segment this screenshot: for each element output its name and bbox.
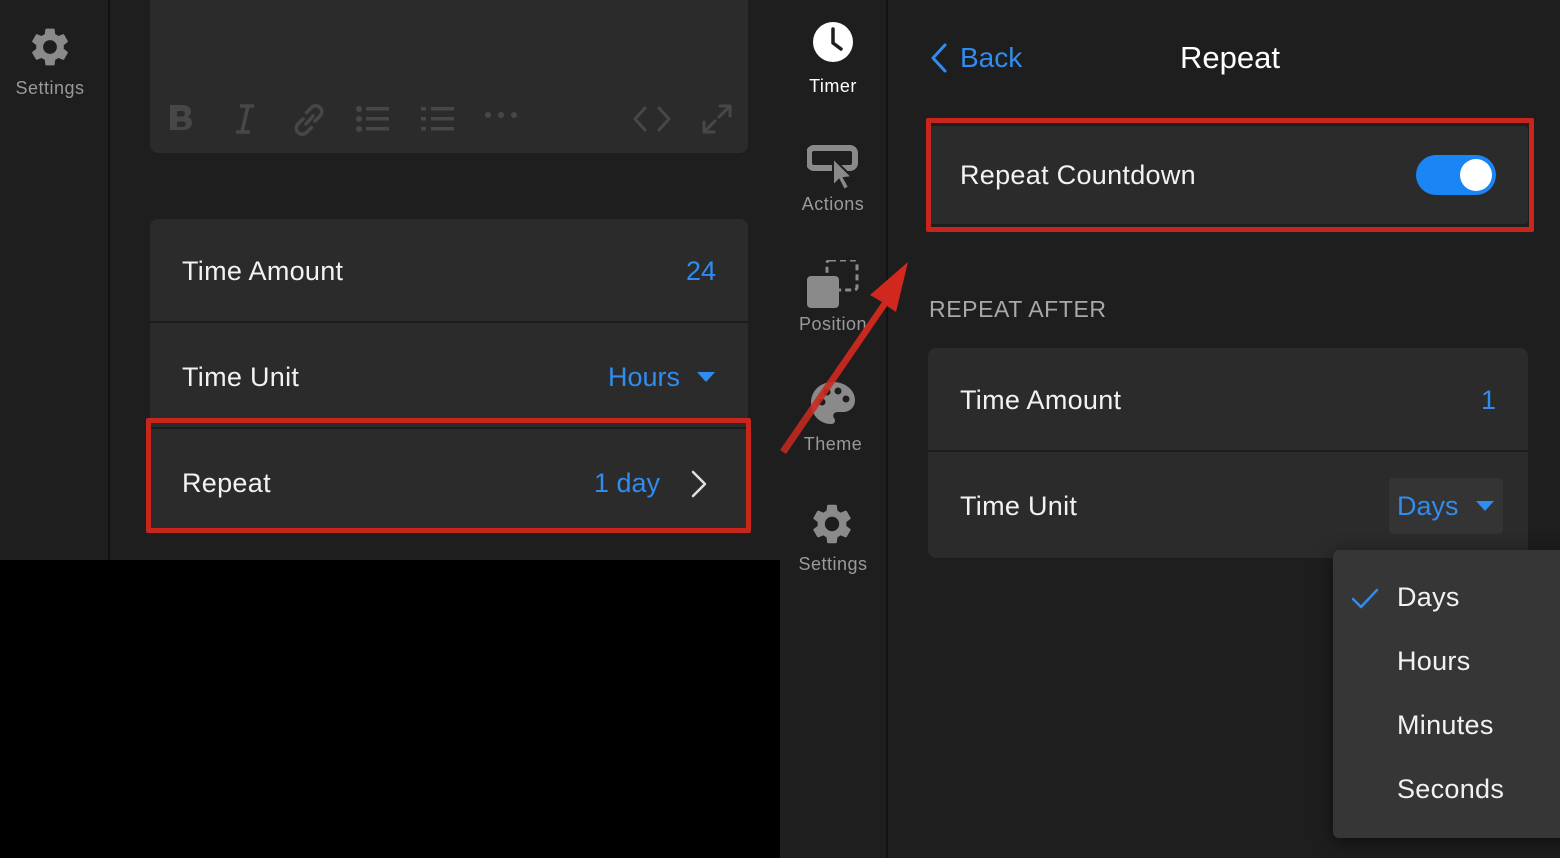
rich-text-editor[interactable] — [150, 0, 748, 153]
menu-option-seconds[interactable]: Seconds — [1397, 774, 1504, 805]
time-amount-value[interactable]: 24 — [686, 219, 716, 323]
menu-option-days[interactable]: Days — [1397, 582, 1460, 613]
back-button[interactable]: Back — [926, 36, 1036, 80]
time-unit-select[interactable]: Days — [1389, 478, 1503, 534]
tab-label: Settings — [798, 554, 868, 574]
gear-icon — [32, 28, 68, 66]
annotation-arrow — [780, 262, 908, 454]
time-amount-value[interactable]: 1 — [1481, 348, 1496, 452]
row-divider — [150, 321, 748, 323]
time-amount-row[interactable]: Time Amount 24 — [150, 219, 748, 323]
bold-icon[interactable] — [166, 102, 198, 136]
time-unit-value: Days — [1397, 491, 1459, 521]
left-sidebar: Settings — [0, 0, 110, 560]
tab-timer[interactable]: Timer — [780, 0, 886, 110]
gear-icon — [813, 504, 851, 544]
more-icon[interactable] — [484, 110, 518, 120]
settings-nav-label: Settings — [15, 78, 85, 98]
cursor-click-icon — [807, 145, 858, 190]
repeat-row-highlight — [146, 418, 751, 533]
link-icon[interactable] — [290, 102, 328, 138]
page-title: Repeat — [1180, 40, 1280, 75]
tab-label: Actions — [801, 194, 865, 214]
tab-label: Timer — [809, 76, 857, 96]
menu-option-minutes[interactable]: Minutes — [1397, 710, 1494, 741]
time-unit-label: Time Unit — [960, 491, 1078, 521]
time-amount-label: Time Amount — [182, 256, 344, 286]
time-amount-label: Time Amount — [960, 385, 1122, 415]
time-unit-label: Time Unit — [182, 362, 300, 392]
code-icon[interactable] — [632, 104, 672, 134]
row-divider — [928, 450, 1528, 452]
repeat-after-group: Time Amount 1 Time Unit Days — [928, 348, 1528, 558]
numbered-list-icon[interactable] — [420, 104, 456, 134]
expand-icon[interactable] — [700, 102, 734, 136]
dropdown-caret-icon[interactable] — [696, 371, 716, 383]
menu-option-hours[interactable]: Hours — [1397, 646, 1471, 677]
tab-settings[interactable]: Settings — [780, 480, 886, 590]
clock-icon — [813, 22, 853, 62]
section-header: REPEAT AFTER — [929, 296, 1107, 322]
tab-actions[interactable]: Actions — [780, 120, 886, 230]
bulleted-list-icon[interactable] — [355, 104, 391, 134]
time-unit-value[interactable]: Hours — [608, 325, 680, 429]
time-unit-menu: Days Hours Minutes Seconds — [1333, 550, 1560, 838]
dropdown-caret-icon — [1476, 501, 1494, 511]
italic-icon[interactable] — [232, 102, 258, 136]
time-unit-row[interactable]: Time Unit Hours — [150, 325, 748, 429]
chevron-left-icon — [931, 43, 947, 73]
settings-nav-item[interactable]: Settings — [0, 20, 100, 110]
repeat-time-unit-row[interactable]: Time Unit Days — [928, 454, 1528, 558]
back-label: Back — [960, 42, 1023, 73]
checkmark-icon — [1351, 588, 1379, 609]
repeat-countdown-highlight — [926, 118, 1534, 232]
repeat-time-amount-row[interactable]: Time Amount 1 — [928, 348, 1528, 452]
